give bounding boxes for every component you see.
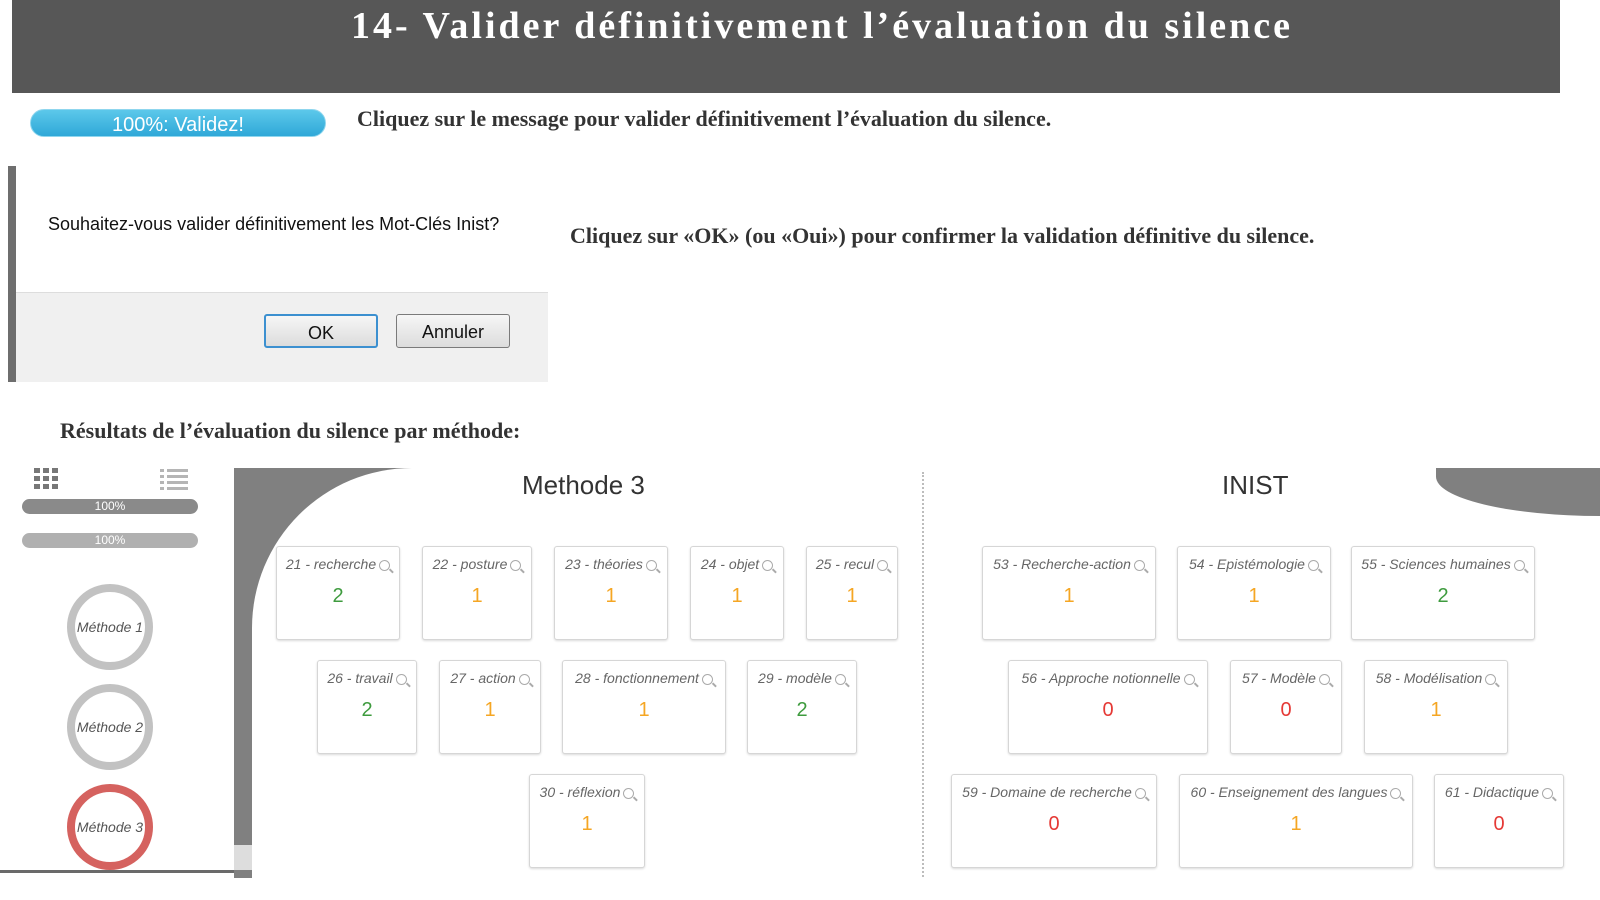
keyword-label: 55 - Sciences humaines (1361, 556, 1511, 572)
instruction-step1: Cliquez sur le message pour valider défi… (357, 106, 1052, 131)
keyword-count: 1 (638, 699, 650, 721)
keyword-card[interactable]: 55 - Sciences humaines 2 (1351, 546, 1535, 640)
keyword-label: 54 - Epistémologie (1189, 556, 1305, 572)
keyword-label: 23 - théories (565, 556, 643, 572)
search-icon[interactable] (1134, 787, 1146, 799)
keyword-card[interactable]: 61 - Didactique 0 (1434, 774, 1564, 868)
keyword-count: 1 (731, 585, 743, 607)
keyword-label: 29 - modèle (758, 670, 832, 686)
search-icon[interactable] (645, 559, 657, 571)
method-3-button-active[interactable]: Méthode 3 (67, 784, 153, 870)
keyword-card[interactable]: 58 - Modélisation 1 (1364, 660, 1508, 754)
search-icon[interactable] (1183, 673, 1195, 685)
progress-bar: 100% (22, 533, 198, 548)
keyword-card[interactable]: 23 - théories 1 (554, 546, 668, 640)
keyword-count: 0 (1048, 813, 1060, 835)
keyword-label: 28 - fonctionnement (575, 670, 699, 686)
search-icon[interactable] (395, 673, 407, 685)
list-view-icon[interactable] (160, 468, 188, 490)
search-icon[interactable] (877, 559, 889, 571)
keyword-label: 26 - travail (327, 670, 393, 686)
keyword-label: 22 - posture (432, 556, 508, 572)
keyword-count: 1 (1248, 585, 1260, 607)
keyword-count: 1 (1290, 813, 1302, 835)
search-icon[interactable] (1307, 559, 1319, 571)
keyword-card[interactable]: 57 - Modèle 0 (1230, 660, 1342, 754)
keyword-count: 2 (796, 699, 808, 721)
keyword-label: 27 - action (450, 670, 516, 686)
search-icon[interactable] (1318, 673, 1330, 685)
column-divider (922, 472, 924, 877)
search-icon[interactable] (623, 787, 635, 799)
keyword-card[interactable]: 25 - recul 1 (806, 546, 898, 640)
keyword-card[interactable]: 59 - Domaine de recherche 0 (951, 774, 1157, 868)
grid-view-icon[interactable] (34, 468, 58, 490)
keyword-card[interactable]: 60 - Enseignement des langues 1 (1179, 774, 1413, 868)
keyword-count: 0 (1493, 813, 1505, 835)
keyword-label: 30 - réflexion (539, 784, 621, 800)
validate-progress-button[interactable]: 100%: Validez! (30, 109, 326, 137)
keyword-card[interactable]: 56 - Approche notionnelle 0 (1008, 660, 1208, 754)
search-icon[interactable] (1133, 559, 1145, 571)
search-icon[interactable] (1485, 673, 1497, 685)
keyword-count: 1 (484, 699, 496, 721)
search-icon[interactable] (834, 673, 846, 685)
search-icon[interactable] (701, 673, 713, 685)
results-heading: Résultats de l’évaluation du silence par… (60, 418, 521, 443)
keyword-count: 1 (581, 813, 593, 835)
search-icon[interactable] (379, 559, 391, 571)
keyword-label: 56 - Approche notionnelle (1021, 670, 1181, 686)
keyword-label: 59 - Domaine de recherche (962, 784, 1132, 800)
confirm-dialog: Souhaitez-vous valider définitivement le… (8, 166, 548, 382)
keyword-count: 1 (1063, 585, 1075, 607)
keyword-label: 53 - Recherche-action (993, 556, 1131, 572)
search-icon[interactable] (1513, 559, 1525, 571)
keyword-count: 1 (1430, 699, 1442, 721)
keyword-card[interactable]: 53 - Recherche-action 1 (982, 546, 1156, 640)
keyword-label: 58 - Modélisation (1375, 670, 1483, 686)
search-icon[interactable] (518, 673, 530, 685)
search-icon[interactable] (510, 559, 522, 571)
method-1-button[interactable]: Méthode 1 (67, 584, 153, 670)
keyword-card[interactable]: 26 - travail 2 (317, 660, 417, 754)
progress-bar: 100% (22, 499, 198, 514)
keyword-card[interactable]: 24 - objet 1 (690, 546, 784, 640)
keyword-count: 2 (1437, 585, 1449, 607)
keyword-label: 61 - Didactique (1444, 784, 1540, 800)
search-icon[interactable] (1390, 787, 1402, 799)
method-2-button[interactable]: Méthode 2 (67, 684, 153, 770)
keyword-label: 57 - Modèle (1242, 670, 1316, 686)
keyword-count: 1 (846, 585, 858, 607)
keyword-card[interactable]: 21 - recherche 2 (276, 546, 400, 640)
keyword-label: 21 - recherche (285, 556, 377, 572)
keyword-count: 2 (361, 699, 373, 721)
search-icon[interactable] (762, 559, 774, 571)
instruction-step2: Cliquez sur «OK» (ou «Oui») pour confirm… (570, 223, 1315, 248)
keyword-count: 1 (605, 585, 617, 607)
keyword-card[interactable]: 28 - fonctionnement 1 (562, 660, 726, 754)
keyword-count: 0 (1102, 699, 1114, 721)
keyword-count: 0 (1280, 699, 1292, 721)
methode-column-title: Methode 3 (522, 470, 645, 500)
keyword-label: 24 - objet (700, 556, 760, 572)
banner-title: 14- Valider définitivement l’évaluation … (350, 5, 1294, 47)
cancel-button[interactable]: Annuler (396, 314, 510, 348)
ok-button[interactable]: OK (264, 314, 378, 348)
keyword-card[interactable]: 30 - réflexion 1 (529, 774, 645, 868)
keyword-label: 60 - Enseignement des langues (1190, 784, 1388, 800)
search-icon[interactable] (1542, 787, 1554, 799)
keyword-label: 25 - recul (815, 556, 875, 572)
keyword-count: 1 (471, 585, 483, 607)
inist-column-title: INIST (1222, 470, 1289, 500)
sidebar-bottom-border (0, 870, 252, 873)
keyword-card[interactable]: 54 - Epistémologie 1 (1177, 546, 1331, 640)
dialog-message: Souhaitez-vous valider définitivement le… (48, 214, 500, 234)
keyword-card[interactable]: 29 - modèle 2 (747, 660, 857, 754)
keyword-card[interactable]: 27 - action 1 (439, 660, 541, 754)
keyword-card[interactable]: 22 - posture 1 (422, 546, 532, 640)
scroll-strip (234, 845, 252, 870)
keyword-count: 2 (332, 585, 344, 607)
